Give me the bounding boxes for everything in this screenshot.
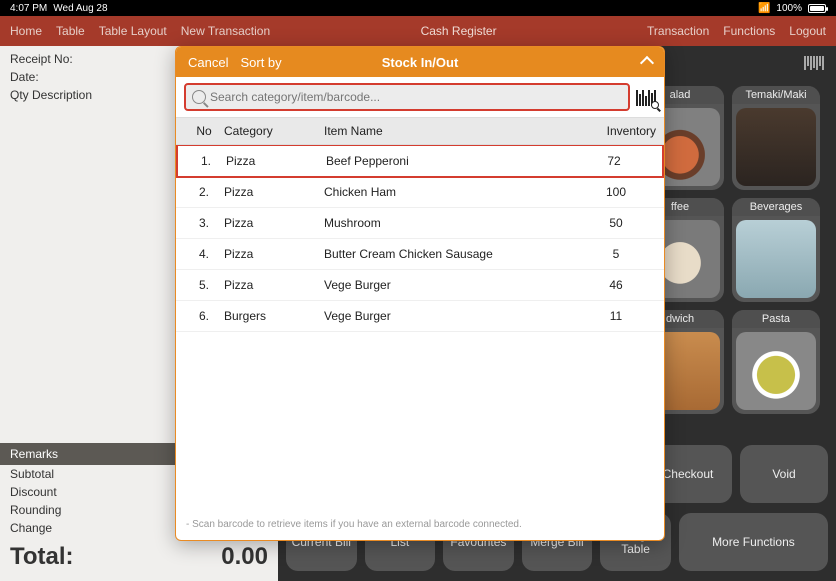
category-title: Temaki/Maki	[732, 86, 820, 104]
stock-modal: Cancel Sort by Stock In/Out No Category …	[175, 46, 665, 541]
cell-no: 5.	[184, 278, 224, 292]
search-input[interactable]	[210, 90, 622, 104]
nav-logout[interactable]: Logout	[789, 24, 826, 38]
category-title: Beverages	[732, 198, 820, 216]
nav-table-layout[interactable]: Table Layout	[99, 24, 167, 38]
modal-footnote: - Scan barcode to retrieve items if you …	[176, 513, 664, 540]
category-card[interactable]: Beverages	[732, 198, 820, 302]
cell-item: Beef Pepperoni	[326, 154, 574, 168]
table-row[interactable]: 4.PizzaButter Cream Chicken Sausage5	[176, 239, 664, 270]
nav-new-transaction[interactable]: New Transaction	[181, 24, 270, 38]
modal-header: Cancel Sort by Stock In/Out	[176, 47, 664, 77]
barcode-search-icon[interactable]	[636, 88, 656, 106]
cell-no: 6.	[184, 309, 224, 323]
nav-functions[interactable]: Functions	[723, 24, 775, 38]
cell-category: Pizza	[226, 154, 326, 168]
rounding-label: Rounding	[10, 503, 61, 517]
nav-home[interactable]: Home	[10, 24, 42, 38]
cell-no: 4.	[184, 247, 224, 261]
cell-item: Mushroom	[324, 216, 576, 230]
sort-by-button[interactable]: Sort by	[240, 55, 281, 70]
change-label: Change	[10, 521, 52, 535]
cancel-button[interactable]: Cancel	[188, 55, 228, 70]
search-box[interactable]	[184, 83, 630, 111]
cell-inventory: 72	[574, 154, 654, 168]
barcode-scan-icon[interactable]	[804, 56, 824, 70]
collapse-button[interactable]	[642, 54, 652, 71]
category-image	[736, 108, 816, 186]
total-value: 0.00	[221, 543, 268, 571]
status-bar: 4:07 PM Wed Aug 28 📶 100%	[0, 0, 836, 16]
cell-category: Pizza	[224, 247, 324, 261]
cell-category: Pizza	[224, 216, 324, 230]
cell-category: Pizza	[224, 185, 324, 199]
th-inventory: Inventory	[576, 124, 656, 138]
table-row[interactable]: 6.BurgersVege Burger11	[176, 301, 664, 332]
table-row[interactable]: 3.PizzaMushroom50	[176, 208, 664, 239]
category-card[interactable]: Temaki/Maki	[732, 86, 820, 190]
table-row[interactable]: 5.PizzaVege Burger46	[176, 270, 664, 301]
cell-inventory: 100	[576, 185, 656, 199]
cell-no: 3.	[184, 216, 224, 230]
more-functions-button[interactable]: More Functions	[679, 513, 828, 571]
table-row[interactable]: 1.PizzaBeef Pepperoni72	[176, 145, 664, 178]
th-category: Category	[224, 124, 324, 138]
chevron-up-icon	[640, 55, 654, 69]
category-image	[736, 220, 816, 298]
wifi-icon: 📶	[758, 3, 770, 14]
status-date: Wed Aug 28	[53, 3, 107, 14]
cell-inventory: 5	[576, 247, 656, 261]
cell-no: 1.	[186, 154, 226, 168]
th-no: No	[184, 124, 224, 138]
cell-inventory: 11	[576, 309, 656, 323]
cell-item: Chicken Ham	[324, 185, 576, 199]
cell-inventory: 50	[576, 216, 656, 230]
subtotal-label: Subtotal	[10, 467, 54, 481]
void-button[interactable]: Void	[740, 445, 828, 503]
cell-category: Burgers	[224, 309, 324, 323]
nav-title: Cash Register	[270, 24, 647, 38]
cell-category: Pizza	[224, 278, 324, 292]
top-nav: Home Table Table Layout New Transaction …	[0, 16, 836, 46]
cell-inventory: 46	[576, 278, 656, 292]
cell-item: Vege Burger	[324, 278, 576, 292]
cell-item: Vege Burger	[324, 309, 576, 323]
battery-icon	[808, 4, 826, 13]
table-header: No Category Item Name Inventory	[176, 117, 664, 145]
nav-table[interactable]: Table	[56, 24, 85, 38]
table-row[interactable]: 2.PizzaChicken Ham100	[176, 177, 664, 208]
th-item: Item Name	[324, 124, 576, 138]
cell-item: Butter Cream Chicken Sausage	[324, 247, 576, 261]
total-label: Total:	[10, 543, 74, 571]
table-body[interactable]: 1.PizzaBeef Pepperoni722.PizzaChicken Ha…	[176, 145, 664, 513]
category-image	[736, 332, 816, 410]
category-card[interactable]: Pasta	[732, 310, 820, 414]
status-time: 4:07 PM	[10, 3, 47, 14]
category-title: Pasta	[732, 310, 820, 328]
cell-no: 2.	[184, 185, 224, 199]
discount-label: Discount	[10, 485, 57, 499]
battery-percent: 100%	[776, 3, 802, 14]
nav-transaction[interactable]: Transaction	[647, 24, 709, 38]
search-icon	[192, 90, 206, 104]
